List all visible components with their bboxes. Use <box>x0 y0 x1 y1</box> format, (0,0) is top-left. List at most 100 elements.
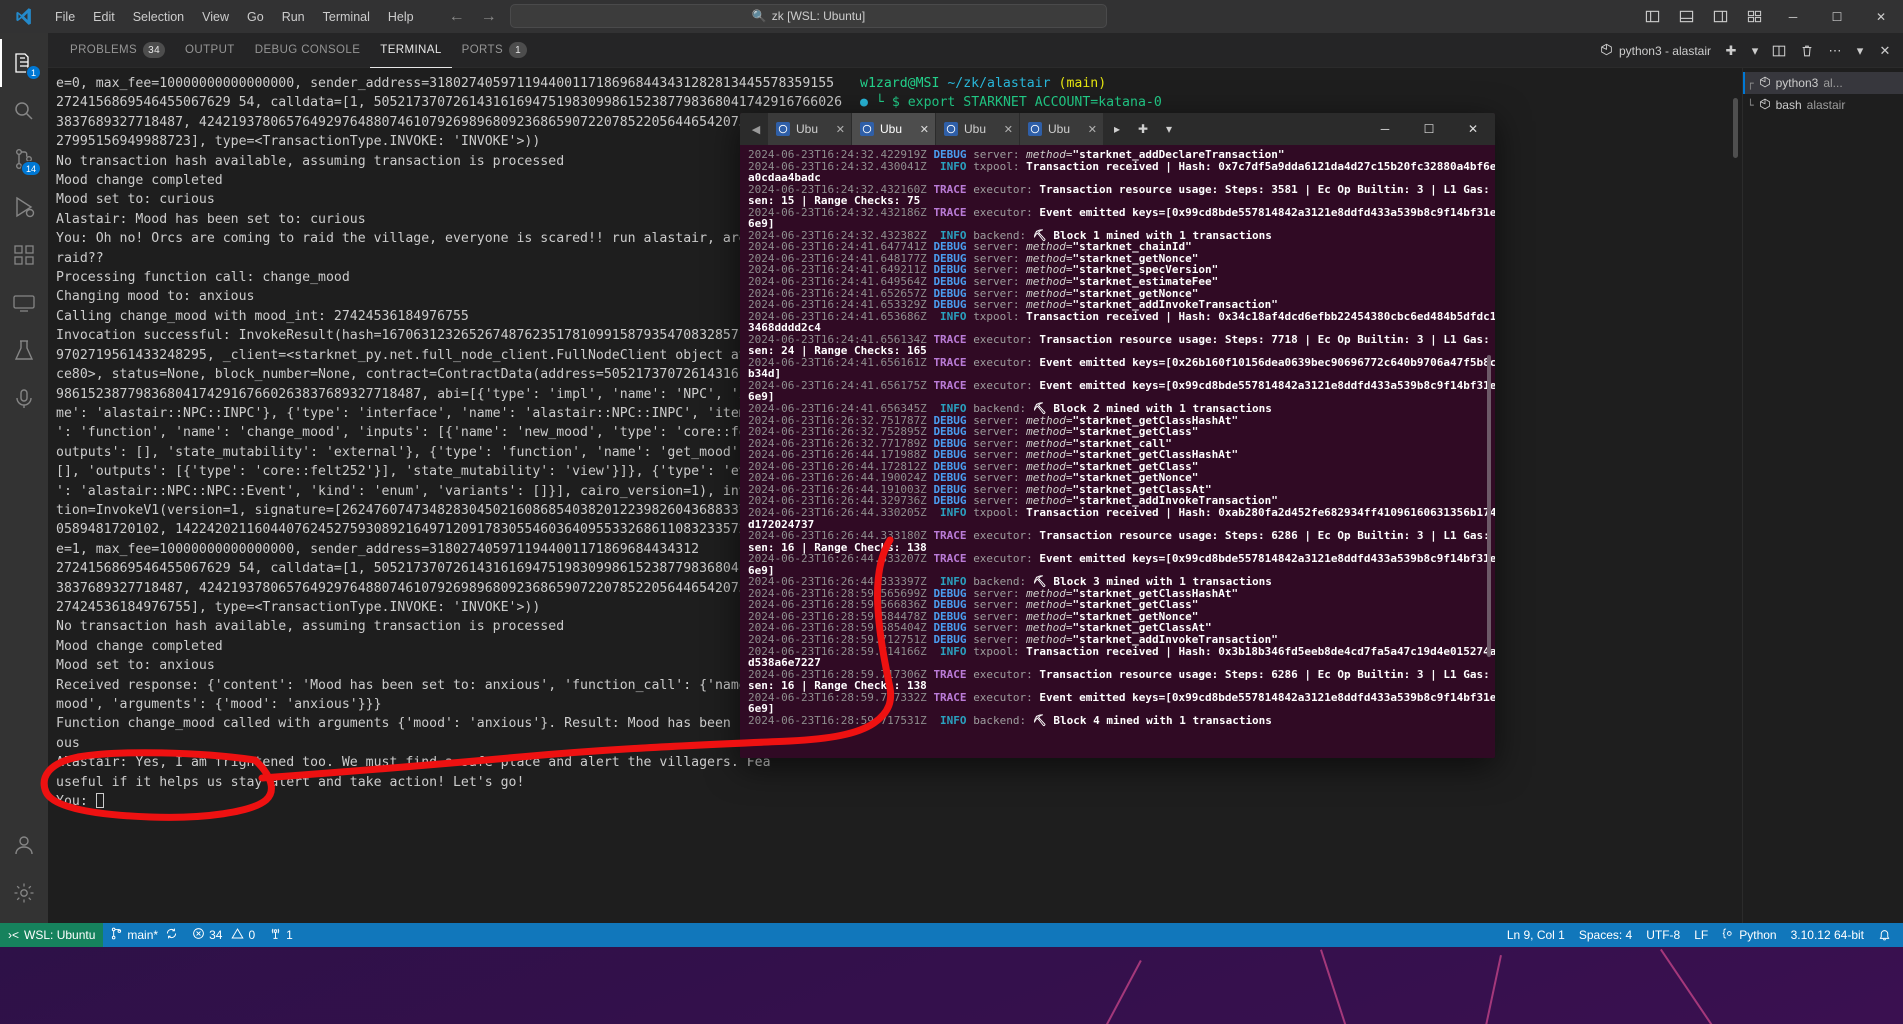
new-terminal-icon[interactable]: ✚ <box>1717 37 1745 65</box>
close-panel-icon[interactable]: ✕ <box>1871 37 1899 65</box>
panel-left-icon[interactable] <box>1635 0 1669 33</box>
ubuntu-icon <box>776 122 790 136</box>
log-level: TRACE <box>933 552 967 566</box>
status-remote-indicator[interactable]: ›< WSL: Ubuntu <box>0 923 104 947</box>
wt-close-button[interactable]: ✕ <box>1451 113 1495 145</box>
log-message: Transaction received | Hash: 0xab280fa2d… <box>1026 505 1495 519</box>
dropdown-run-icon[interactable]: ▸ <box>1104 113 1130 145</box>
tab-debug-console[interactable]: DEBUG CONSOLE <box>245 33 371 68</box>
status-encoding[interactable]: UTF-8 <box>1639 923 1687 947</box>
sidebar-item-source-control[interactable]: 14 <box>0 135 48 183</box>
status-eol[interactable]: LF <box>1687 923 1715 947</box>
status-interpreter-version[interactable]: 3.10.12 64-bit <box>1784 923 1871 947</box>
status-bar: ›< WSL: Ubuntu main* 34 0 1 Ln 9, Col 1 … <box>0 923 1903 947</box>
menu-help[interactable]: Help <box>379 7 423 27</box>
ubuntu-icon <box>1028 122 1042 136</box>
wt-tab-2-label: Ubu <box>880 122 903 136</box>
hide-panel-icon[interactable]: ▾ <box>1849 37 1871 65</box>
log-line: 2024-06-23T16:24:32.430041Z INFO txpool:… <box>748 160 1495 173</box>
close-icon[interactable]: ✕ <box>1088 123 1097 136</box>
problems-count-badge: 34 <box>143 42 166 58</box>
sidebar-item-search[interactable] <box>0 87 48 135</box>
terminal-tab-python3-sub: al... <box>1823 76 1843 90</box>
panel-right-icon[interactable] <box>1703 0 1737 33</box>
panel-bottom-icon[interactable] <box>1669 0 1703 33</box>
log-level: INFO <box>933 644 967 658</box>
terminal-tab-list: ┌ python3 al... └ bash alastair <box>1742 68 1903 923</box>
katana-log-output[interactable]: 2024-06-23T16:24:32.422919Z DEBUG server… <box>740 145 1495 758</box>
log-timestamp: 2024-06-23T16:24:32.432186Z <box>748 205 927 219</box>
sync-icon[interactable] <box>165 927 178 943</box>
log-module: txpool: <box>973 505 1020 519</box>
python-icon <box>1600 43 1613 59</box>
sidebar-item-explorer[interactable]: 1 <box>0 39 48 87</box>
status-cursor-position[interactable]: Ln 9, Col 1 <box>1500 923 1572 947</box>
menu-run[interactable]: Run <box>273 7 314 27</box>
wt-scrollbar-thumb[interactable] <box>1487 354 1491 658</box>
menu-edit[interactable]: Edit <box>84 7 124 27</box>
new-tab-icon[interactable]: ✚ <box>1130 113 1156 145</box>
log-line: 2024-06-23T16:28:59.714166Z INFO txpool:… <box>748 644 1495 658</box>
log-module: executor: <box>973 182 1033 196</box>
menu-view[interactable]: View <box>193 7 238 27</box>
active-shell-indicator[interactable]: python3 - alastair <box>1594 43 1717 59</box>
sidebar-item-settings[interactable] <box>0 869 48 917</box>
terminal-scrollbar[interactable] <box>1730 68 1740 923</box>
status-ports[interactable]: 1 <box>262 923 300 947</box>
terminal-tab-python3[interactable]: ┌ python3 al... <box>1743 72 1903 94</box>
menu-selection[interactable]: Selection <box>124 7 193 27</box>
desktop: File Edit Selection View Go Run Terminal… <box>0 0 1903 1024</box>
source-control-badge: 14 <box>20 161 41 176</box>
tab-terminal[interactable]: TERMINAL <box>370 33 451 68</box>
tab-output[interactable]: OUTPUT <box>175 33 245 68</box>
close-icon[interactable]: ✕ <box>920 123 929 136</box>
wt-tab-3[interactable]: Ubu ✕ <box>936 113 1020 145</box>
tab-scroll-left-icon[interactable]: ◀ <box>744 117 768 141</box>
sidebar-item-remote-explorer[interactable] <box>0 279 48 327</box>
wt-maximize-button[interactable]: ☐ <box>1407 113 1451 145</box>
menu-go[interactable]: Go <box>238 7 273 27</box>
log-line: 2024-06-23T16:28:59.717531Z INFO backend… <box>748 715 1489 727</box>
back-arrow-icon[interactable]: ← <box>443 7 471 27</box>
prompt-line-2: ● └ $ export STARKNET ACCOUNT=katana-0 <box>860 95 1162 111</box>
menu-file[interactable]: File <box>46 7 84 27</box>
sidebar-item-accounts[interactable] <box>0 821 48 869</box>
window-maximize-button[interactable]: ☐ <box>1815 0 1859 33</box>
wt-scrollbar[interactable] <box>1487 149 1493 754</box>
log-line: 2024-06-23T16:24:41.656175Z TRACE execut… <box>748 380 1495 392</box>
menu-terminal[interactable]: Terminal <box>314 7 379 27</box>
window-close-button[interactable]: ✕ <box>1859 0 1903 33</box>
tab-problems[interactable]: PROBLEMS 34 <box>60 33 175 68</box>
sidebar-item-run-debug[interactable] <box>0 183 48 231</box>
forward-arrow-icon[interactable]: → <box>475 7 503 27</box>
log-module: executor: <box>973 355 1033 369</box>
status-branch[interactable]: main* <box>103 923 185 947</box>
customize-layout-icon[interactable] <box>1737 0 1771 33</box>
quick-open-search-bar[interactable]: 🔍 zk [WSL: Ubuntu] <box>510 4 1107 28</box>
terminal-scrollbar-thumb[interactable] <box>1733 98 1738 158</box>
status-problems[interactable]: 34 0 <box>185 923 262 947</box>
kill-terminal-icon[interactable] <box>1793 37 1821 65</box>
sidebar-item-audio-record[interactable] <box>0 375 48 423</box>
windows-terminal-window[interactable]: ◀ Ubu ✕ Ubu ✕ Ubu ✕ Ubu ✕ ▸ ✚ ▾ ─ ☐ ✕ 20… <box>740 113 1495 758</box>
sidebar-item-extensions[interactable] <box>0 231 48 279</box>
tab-menu-chevron-icon[interactable]: ▾ <box>1156 113 1182 145</box>
wt-tab-4[interactable]: Ubu ✕ <box>1020 113 1104 145</box>
split-terminal-icon[interactable] <box>1765 37 1793 65</box>
status-indentation[interactable]: Spaces: 4 <box>1572 923 1639 947</box>
window-minimize-button[interactable]: ─ <box>1771 0 1815 33</box>
sidebar-item-testing[interactable] <box>0 327 48 375</box>
close-icon[interactable]: ✕ <box>836 123 845 136</box>
log-message: Transaction received | Hash: 0x7c7df5a9d… <box>1026 159 1495 173</box>
notifications-icon[interactable] <box>1871 923 1903 947</box>
chevron-down-icon[interactable]: ▾ <box>1745 37 1765 65</box>
wt-tab-1[interactable]: Ubu ✕ <box>768 113 852 145</box>
status-language-mode[interactable]: Python <box>1715 923 1783 947</box>
windows-terminal-window-controls: ─ ☐ ✕ <box>1363 113 1495 145</box>
wt-tab-2[interactable]: Ubu ✕ <box>852 113 936 145</box>
wt-minimize-button[interactable]: ─ <box>1363 113 1407 145</box>
terminal-tab-bash[interactable]: └ bash alastair <box>1743 94 1903 116</box>
more-actions-icon[interactable]: ⋯ <box>1821 37 1849 65</box>
tab-ports[interactable]: PORTS 1 <box>452 33 537 68</box>
close-icon[interactable]: ✕ <box>1004 123 1013 136</box>
